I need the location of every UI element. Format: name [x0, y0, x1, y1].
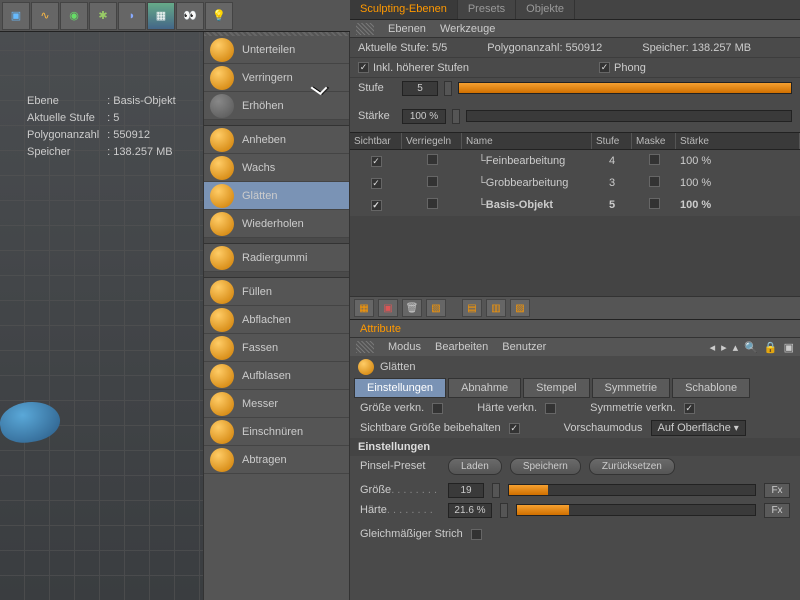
light-icon[interactable]: 💡 — [205, 2, 233, 30]
tool-wiederholen[interactable]: Wiederholen — [204, 210, 349, 238]
brush-name: Glätten — [380, 361, 415, 373]
tool-anheben[interactable]: Anheben — [204, 126, 349, 154]
spline-icon[interactable]: ∿ — [31, 2, 59, 30]
tool-messer[interactable]: Messer — [204, 390, 349, 418]
brush-icon — [358, 359, 374, 375]
layer-row[interactable]: ✓└Feinbearbeitung4100 % — [350, 150, 800, 172]
top-toolbar: ▣ ∿ ◉ ✱ ◗ ▦ 👀 💡 — [0, 0, 350, 32]
sichtbare-check[interactable]: ✓ — [509, 423, 520, 434]
btab-einstellungen[interactable]: Einstellungen — [354, 378, 446, 398]
subtab-ebenen[interactable]: Ebenen — [388, 23, 426, 35]
layer-row[interactable]: ✓└Grobbearbeitung3100 % — [350, 172, 800, 194]
panel-tabs: Sculpting-Ebenen Presets Objekte — [350, 0, 800, 20]
sculpt-tool-panel: UnterteilenVerringernErhöhen AnhebenWachs… — [203, 32, 350, 600]
btab-abnahme[interactable]: Abnahme — [448, 378, 521, 398]
camera-icon[interactable]: 👀 — [176, 2, 204, 30]
merge-down-icon[interactable]: ▥ — [486, 299, 506, 317]
tool-abflachen[interactable]: Abflachen — [204, 306, 349, 334]
tool-abtragen[interactable]: Abtragen — [204, 446, 349, 474]
speichern-button[interactable]: Speichern — [510, 458, 581, 475]
btab-schablone[interactable]: Schablone — [672, 378, 750, 398]
haerte-input[interactable]: 21.6 % — [448, 503, 492, 518]
phong-check[interactable]: ✓Phong — [599, 62, 646, 74]
groesse-fx-button[interactable]: Fx — [764, 483, 790, 498]
add-layer-icon[interactable]: ▦ — [354, 299, 374, 317]
layer-iconbar: ▦ ▣ 🗑 ▧ ▤ ▥ ▨ — [350, 296, 800, 320]
nurbs-icon[interactable]: ◉ — [60, 2, 88, 30]
gleich-check[interactable] — [471, 529, 482, 540]
search-icon[interactable]: 🔍 — [744, 341, 758, 354]
grip-icon[interactable] — [356, 341, 374, 353]
menu-modus[interactable]: Modus — [388, 341, 421, 353]
tool-radiergummi[interactable]: Radiergummi — [204, 244, 349, 272]
tool-verringern[interactable]: Verringern — [204, 64, 349, 92]
subtab-werkzeuge[interactable]: Werkzeuge — [440, 23, 495, 35]
add-folder-icon[interactable]: ▣ — [378, 299, 398, 317]
tab-presets[interactable]: Presets — [458, 0, 516, 19]
merge-up-icon[interactable]: ▤ — [462, 299, 482, 317]
section-einstellungen: Einstellungen — [350, 438, 800, 456]
clear-icon[interactable]: ▧ — [426, 299, 446, 317]
cube-icon[interactable]: ▣ — [2, 2, 30, 30]
grip-icon[interactable] — [356, 23, 374, 35]
environment-icon[interactable]: ▦ — [147, 2, 175, 30]
layer-row[interactable]: ✓└Basis-Objekt5100 % — [350, 194, 800, 216]
delete-icon[interactable]: 🗑 — [402, 299, 422, 317]
deformer-icon[interactable]: ◗ — [118, 2, 146, 30]
stufe-slider[interactable]: Stufe 5 — [350, 78, 800, 98]
right-panel: Sculpting-Ebenen Presets Objekte Ebenen … — [350, 0, 800, 600]
sub-tabs: Ebenen Werkzeuge — [350, 20, 800, 38]
tab-objekte[interactable]: Objekte — [516, 0, 575, 19]
btab-stempel[interactable]: Stempel — [523, 378, 589, 398]
sym-verkn-check[interactable]: ✓ — [684, 403, 695, 414]
tool-erhöhen[interactable]: Erhöhen — [204, 92, 349, 120]
inkl-check[interactable]: ✓Inkl. höherer Stufen — [358, 62, 469, 74]
menu-benutzer[interactable]: Benutzer — [502, 341, 546, 353]
viewport[interactable]: Ebene: Basis-Objekt Aktuelle Stufe: 5 Po… — [0, 32, 203, 600]
lock-icon[interactable]: 🔒 — [764, 341, 778, 354]
tool-unterteilen[interactable]: Unterteilen — [204, 36, 349, 64]
options-row: ✓Inkl. höherer Stufen ✓Phong — [350, 58, 800, 78]
status-row: Aktuelle Stufe: 5/5 Polygonanzahl: 55091… — [350, 38, 800, 58]
tool-aufblasen[interactable]: Aufblasen — [204, 362, 349, 390]
nav-back-icon[interactable]: ◂ — [710, 341, 716, 354]
attribute-menu: Modus Bearbeiten Benutzer ◂ ▸ ▴ 🔍 🔒 ▣ — [350, 338, 800, 356]
haerte-slider[interactable] — [516, 504, 756, 516]
zuruecksetzen-button[interactable]: Zurücksetzen — [589, 458, 675, 475]
brush-subtabs: Einstellungen Abnahme Stempel Symmetrie … — [350, 378, 800, 398]
haerte-fx-button[interactable]: Fx — [764, 503, 790, 518]
menu-bearbeiten[interactable]: Bearbeiten — [435, 341, 488, 353]
tool-einschnüren[interactable]: Einschnüren — [204, 418, 349, 446]
tool-füllen[interactable]: Füllen — [204, 278, 349, 306]
groesse-verkn-check[interactable] — [432, 403, 443, 414]
haerte-row: Härte. . . . . . . . 21.6 % Fx — [350, 500, 800, 520]
flatten-icon[interactable]: ▨ — [510, 299, 530, 317]
brush-header: Glätten — [350, 356, 800, 378]
btab-symmetrie[interactable]: Symmetrie — [592, 378, 671, 398]
viewport-info: Ebene: Basis-Objekt Aktuelle Stufe: 5 Po… — [25, 92, 178, 162]
tool-wachs[interactable]: Wachs — [204, 154, 349, 182]
attribute-tabs: Attribute — [350, 320, 800, 338]
tab-attribute[interactable]: Attribute — [350, 320, 411, 337]
staerke-slider[interactable]: Stärke 100 % — [350, 106, 800, 126]
tool-glätten[interactable]: Glätten — [204, 182, 349, 210]
layer-table: Sichtbar Verriegeln Name Stufe Maske Stä… — [350, 132, 800, 296]
vorschau-dropdown[interactable]: Auf Oberfläche ▾ — [651, 420, 746, 436]
haerte-verkn-check[interactable] — [545, 403, 556, 414]
laden-button[interactable]: Laden — [448, 458, 502, 475]
groesse-input[interactable]: 19 — [448, 483, 484, 498]
groesse-slider[interactable] — [508, 484, 756, 496]
tool-fassen[interactable]: Fassen — [204, 334, 349, 362]
nav-fwd-icon[interactable]: ▸ — [721, 341, 727, 354]
new-icon-r[interactable]: ▣ — [784, 341, 794, 354]
nav-up-icon[interactable]: ▴ — [733, 341, 739, 354]
tab-sculpting-ebenen[interactable]: Sculpting-Ebenen — [350, 0, 458, 19]
groesse-row: Größe. . . . . . . . 19 Fx — [350, 480, 800, 500]
generator-icon[interactable]: ✱ — [89, 2, 117, 30]
